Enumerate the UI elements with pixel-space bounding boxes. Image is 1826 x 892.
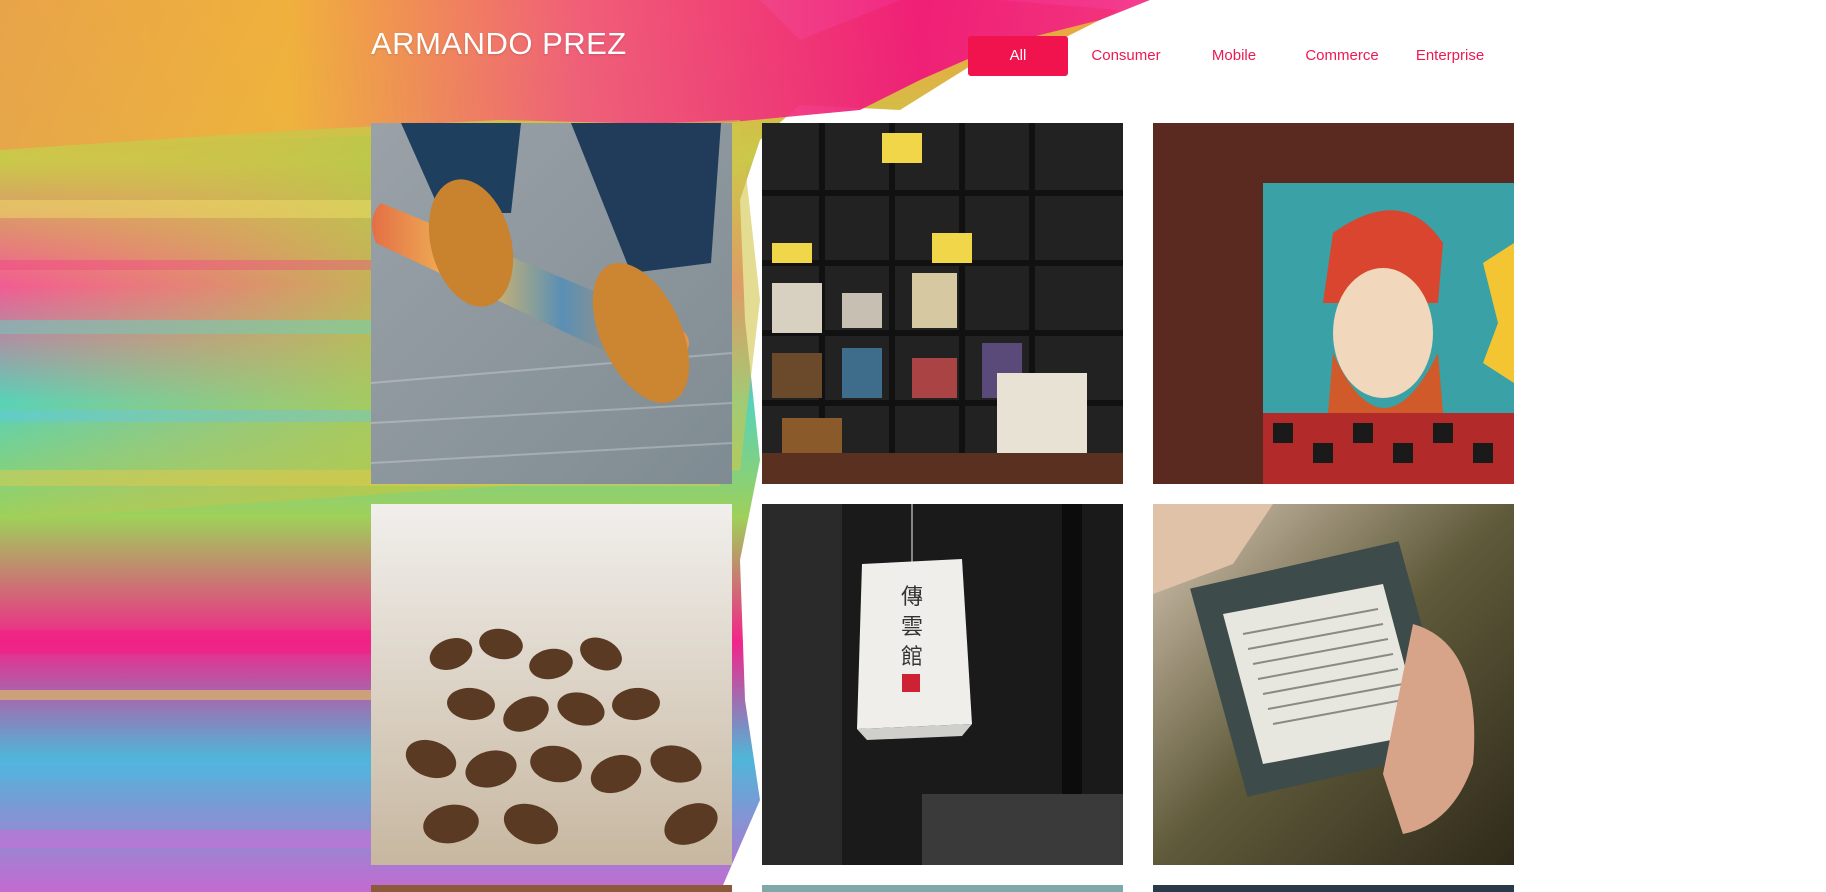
partial-image-1 <box>371 885 732 892</box>
page: ARMANDO PREZ All Consumer Mobile Commerc… <box>0 0 1826 892</box>
lantern-image: 傳 雲 館 <box>762 504 1123 865</box>
portfolio-item-partial-2[interactable] <box>762 885 1123 892</box>
partial-image-3 <box>1153 885 1514 892</box>
portfolio-item-partial-1[interactable] <box>371 885 732 892</box>
svg-text:傳: 傳 <box>901 585 923 610</box>
svg-text:雲: 雲 <box>901 615 923 640</box>
skateboard-image <box>371 123 732 484</box>
coffee-beans-image <box>371 504 732 865</box>
filter-tab-enterprise[interactable]: Enterprise <box>1400 36 1500 76</box>
site-title[interactable]: ARMANDO PREZ <box>371 26 627 62</box>
portfolio-item-skateboard[interactable] <box>371 123 732 484</box>
filter-tab-commerce[interactable]: Commerce <box>1292 36 1392 76</box>
bookshelf-image <box>762 123 1123 484</box>
partial-image-2 <box>762 885 1123 892</box>
mural-image <box>1153 123 1514 484</box>
filter-tab-mobile[interactable]: Mobile <box>1184 36 1284 76</box>
filter-tab-consumer[interactable]: Consumer <box>1076 36 1176 76</box>
svg-text:館: 館 <box>901 645 923 670</box>
portfolio-item-partial-3[interactable] <box>1153 885 1514 892</box>
ereader-image <box>1153 504 1514 865</box>
portfolio-item-bookshelf[interactable] <box>762 123 1123 484</box>
portfolio-item-coffee-beans[interactable] <box>371 504 732 865</box>
portfolio-item-lantern[interactable]: 傳 雲 館 <box>762 504 1123 865</box>
portfolio-item-mural[interactable] <box>1153 123 1514 484</box>
portfolio-item-ereader[interactable] <box>1153 504 1514 865</box>
filter-tab-all[interactable]: All <box>968 36 1068 76</box>
portfolio-filter-bar: All Consumer Mobile Commerce Enterprise <box>968 36 1508 76</box>
site-header: ARMANDO PREZ <box>371 26 627 62</box>
